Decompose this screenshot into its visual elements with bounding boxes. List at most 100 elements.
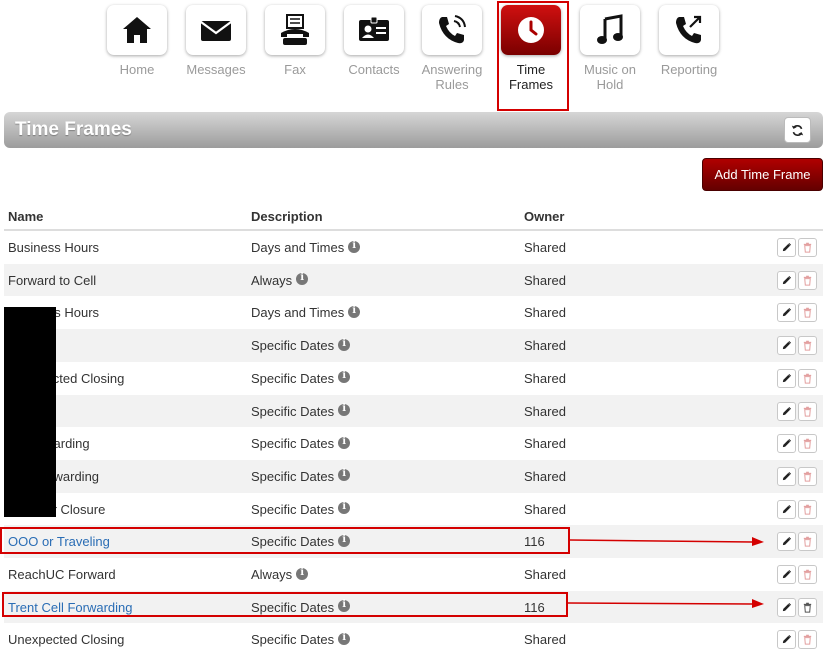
delete-button[interactable] [798,466,817,486]
panel-title: Time Frames [15,119,132,140]
info-icon[interactable] [338,632,351,645]
music-on-hold-tile[interactable] [580,5,640,55]
nav-label-messages: Messages [186,62,246,77]
trash-icon [803,242,812,253]
refresh-button[interactable] [784,117,811,143]
edit-button[interactable] [777,336,796,356]
reporting-tile[interactable] [659,5,719,55]
row-owner: Shared [524,403,566,419]
edit-button[interactable] [777,434,796,454]
row-description: Specific Dates [251,468,351,484]
row-owner: Shared [524,468,566,484]
info-icon[interactable] [348,240,361,253]
delete-button[interactable] [798,597,817,617]
edit-button[interactable] [777,499,796,519]
messages-tile[interactable] [186,5,246,55]
delete-button[interactable] [798,238,817,257]
table-header: Name Description Owner [4,205,823,231]
nav-label-music-on-hold: Music on Hold [583,62,637,92]
header-name: Name [8,209,44,224]
info-icon[interactable] [338,403,351,416]
row-name: Forward to Cell [8,272,97,288]
row-owner: Shared [524,370,566,386]
info-icon[interactable] [338,338,351,351]
home-tile[interactable] [107,5,167,55]
row-description: Specific Dates [251,632,351,647]
info-icon[interactable] [348,305,361,318]
pencil-icon [782,308,792,317]
annotation-arrow-trent [568,599,764,608]
info-icon[interactable] [296,567,309,580]
delete-button[interactable] [798,499,817,519]
edit-button[interactable] [777,368,796,388]
nav-label-contacts: Contacts [348,62,400,77]
delete-button[interactable] [798,336,817,356]
delete-button[interactable] [798,630,817,650]
delete-button[interactable] [798,565,817,584]
row-owner: Shared [524,632,566,648]
pencil-icon [782,504,792,513]
row-owner: Shared [524,567,566,582]
row-description: Specific Dates [251,403,351,419]
delete-button[interactable] [798,401,817,421]
row-description-text: Specific Dates [251,370,335,386]
pencil-icon [782,242,792,252]
delete-button[interactable] [798,303,817,323]
row-description-text: Specific Dates [251,436,335,452]
highlight-ooo-row [0,527,570,554]
row-description-text: Specific Dates [251,403,335,419]
row-description: Days and Times [251,305,361,320]
pencil-icon [782,471,792,481]
fax-tile[interactable] [265,5,325,55]
phone-reporting-icon [676,15,702,44]
nav-reporting[interactable]: Reporting [657,5,721,77]
delete-button[interactable] [798,270,817,290]
edit-button[interactable] [777,466,796,486]
nav-music-on-hold[interactable]: Music on Hold [578,5,642,92]
edit-button[interactable] [777,630,796,650]
table-row: Call ForwardingSpecific DatesShared [4,459,823,493]
trash-icon [803,275,812,286]
pencil-icon [782,275,792,284]
nav-fax[interactable]: Fax [263,5,327,77]
nav-contacts[interactable]: Contacts [342,5,406,77]
info-icon[interactable] [338,436,351,449]
edit-button[interactable] [777,565,796,584]
active-nav-highlight [497,1,569,111]
edit-button[interactable] [777,270,796,290]
edit-button[interactable] [777,401,796,421]
pencil-icon [782,406,792,415]
nav-answering-rules[interactable]: Answering Rules [420,5,484,92]
row-description-text: Always [251,567,293,582]
delete-button[interactable] [798,434,817,454]
edit-button[interactable] [777,303,796,323]
nav-label-reporting: Reporting [660,62,718,77]
edit-button[interactable] [777,532,796,552]
edit-button[interactable] [777,238,796,257]
row-description: Specific Dates [251,436,351,452]
trash-icon [803,406,812,417]
row-description-text: Always [251,272,293,288]
delete-button[interactable] [798,368,817,388]
trash-icon [803,373,812,384]
row-owner: Shared [524,305,566,321]
info-icon[interactable] [338,468,351,482]
trash-icon [803,569,812,580]
contacts-tile[interactable] [344,5,404,55]
info-icon[interactable] [296,272,309,286]
row-owner: Shared [524,272,566,288]
info-icon[interactable] [338,370,351,384]
row-owner: Shared [524,338,566,354]
info-icon[interactable] [338,501,351,515]
nav-home[interactable]: Home [105,5,169,77]
edit-button[interactable] [777,597,796,617]
add-time-frame-button[interactable]: Add Time Frame [702,158,823,191]
delete-button[interactable] [798,532,817,552]
answering-rules-tile[interactable] [422,5,482,55]
nav-label-fax: Fax [284,62,306,77]
table-row: SpecialSpecific DatesShared [4,329,823,362]
nav-messages[interactable]: Messages [184,5,248,77]
header-owner: Owner [524,209,565,224]
table-row: sSpecific DatesShared [4,394,823,428]
pencil-icon [782,341,792,350]
